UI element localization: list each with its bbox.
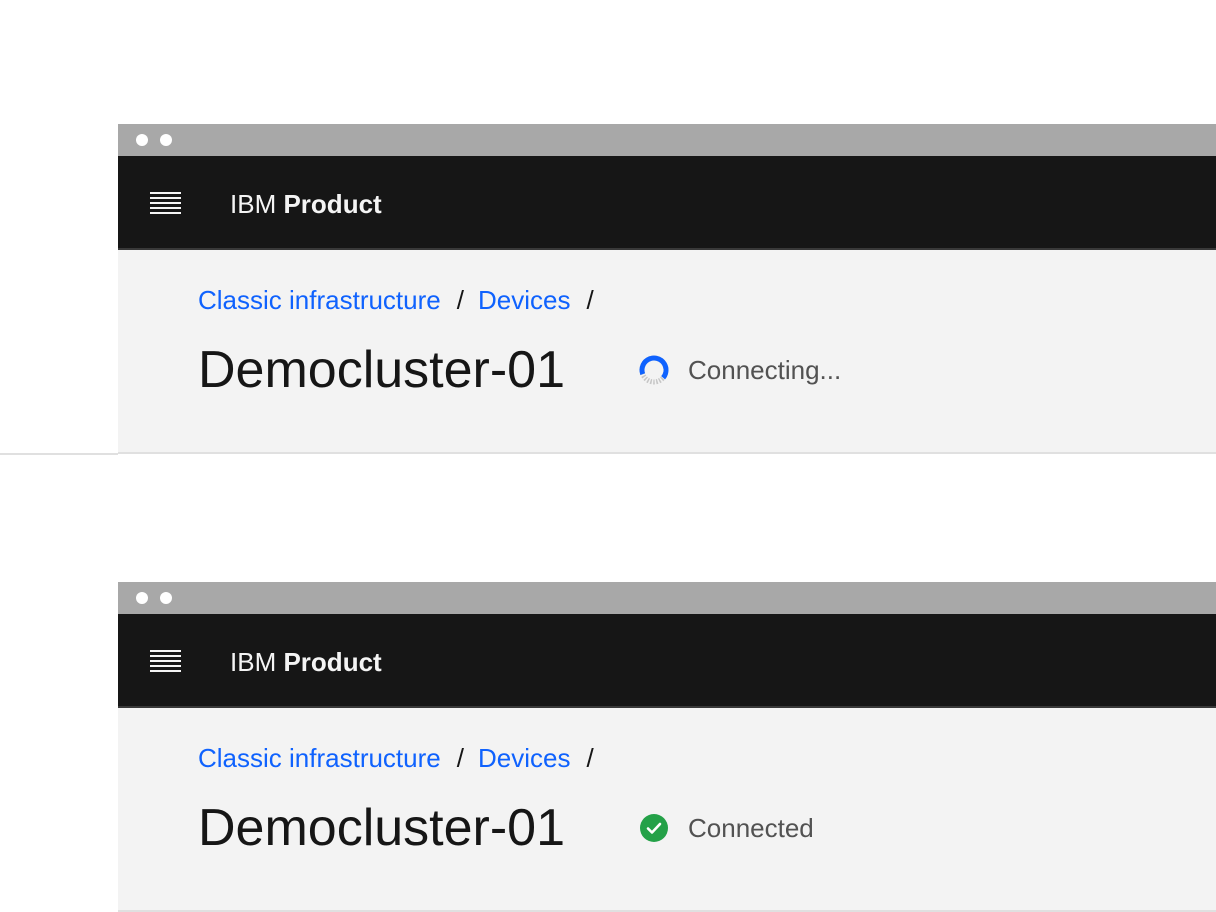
product-name[interactable]: IBM Product bbox=[230, 187, 382, 221]
page-content: Classic infrastructure / Devices / Democlus… bbox=[118, 250, 1216, 454]
breadcrumb-link-classic-infrastructure[interactable]: Classic infrastructure bbox=[198, 285, 441, 315]
window-titlebar bbox=[118, 124, 1216, 156]
hamburger-menu-icon[interactable] bbox=[150, 648, 182, 676]
breadcrumb-separator: / bbox=[456, 743, 464, 773]
page-content: Classic infrastructure / Devices / Democlus… bbox=[118, 708, 1216, 912]
window-dot bbox=[136, 134, 148, 146]
status-indicator: Connecting... bbox=[638, 353, 841, 387]
breadcrumb: Classic infrastructure / Devices / bbox=[198, 283, 608, 317]
breadcrumb-link-classic-infrastructure[interactable]: Classic infrastructure bbox=[198, 743, 441, 773]
loading-spinner-icon bbox=[638, 354, 670, 386]
browser-window-connecting: IBM Product Classic infrastructure / Devic… bbox=[118, 124, 1216, 454]
brand-name: IBM bbox=[230, 189, 277, 219]
browser-window-connected: IBM Product Classic infrastructure / Devic… bbox=[118, 582, 1216, 912]
breadcrumb-separator: / bbox=[586, 285, 594, 315]
status-indicator: Connected bbox=[638, 811, 814, 845]
app-header: IBM Product bbox=[118, 614, 1216, 708]
product-label: Product bbox=[283, 189, 382, 219]
window-titlebar bbox=[118, 582, 1216, 614]
breadcrumb-separator: / bbox=[456, 285, 464, 315]
brand-name: IBM bbox=[230, 647, 277, 677]
status-text: Connected bbox=[688, 813, 814, 843]
product-label: Product bbox=[283, 647, 382, 677]
page-title: Democluster-01 bbox=[198, 341, 566, 399]
canvas: IBM Product Classic infrastructure / Devic… bbox=[0, 0, 1216, 912]
checkmark-filled-icon bbox=[638, 812, 670, 844]
hamburger-menu-icon[interactable] bbox=[150, 190, 182, 218]
section-divider bbox=[0, 453, 118, 455]
app-header: IBM Product bbox=[118, 156, 1216, 250]
page-title: Democluster-01 bbox=[198, 799, 566, 857]
window-dot bbox=[160, 592, 172, 604]
window-dot bbox=[160, 134, 172, 146]
breadcrumb-link-devices[interactable]: Devices bbox=[478, 743, 570, 773]
breadcrumb: Classic infrastructure / Devices / bbox=[198, 741, 608, 775]
breadcrumb-link-devices[interactable]: Devices bbox=[478, 285, 570, 315]
product-name[interactable]: IBM Product bbox=[230, 645, 382, 679]
status-text: Connecting... bbox=[688, 355, 842, 385]
window-dot bbox=[136, 592, 148, 604]
breadcrumb-separator: / bbox=[586, 743, 594, 773]
